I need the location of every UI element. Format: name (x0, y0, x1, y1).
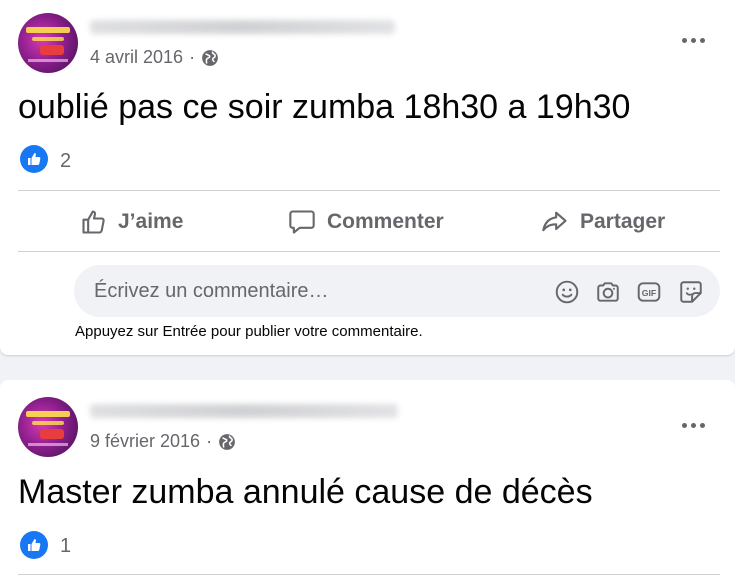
comment-bubble-icon (289, 210, 315, 234)
like-count[interactable]: 2 (60, 150, 71, 173)
post-text: oublié pas ce soir zumba 18h30 a 19h30 (18, 88, 631, 126)
more-options-icon[interactable] (678, 415, 708, 435)
meta-separator: · (189, 47, 196, 67)
divider (18, 190, 720, 191)
globe-icon[interactable] (218, 433, 236, 451)
like-button[interactable]: J’aime (80, 200, 183, 244)
post-text: Master zumba annulé cause de décès (18, 473, 593, 511)
comment-hint: Appuyez sur Entrée pour publier votre co… (75, 323, 423, 340)
post-card: 9 février 2016 · Master zumba annulé cau… (0, 380, 735, 577)
camera-icon[interactable] (595, 279, 621, 305)
page-name-blurred[interactable] (90, 404, 398, 418)
page-avatar[interactable] (18, 13, 78, 73)
thumbs-up-outline-icon (82, 210, 105, 234)
post-meta: 4 avril 2016 · (90, 47, 219, 68)
like-count[interactable]: 1 (60, 535, 71, 558)
like-label: J’aime (118, 210, 184, 233)
comment-button[interactable]: Commenter (287, 200, 444, 244)
thumbs-up-icon[interactable] (20, 531, 48, 559)
svg-text:GIF: GIF (642, 288, 656, 298)
divider (18, 574, 720, 575)
post-meta: 9 février 2016 · (90, 431, 236, 452)
post-card: 4 avril 2016 · oublié pas ce soir zumba … (0, 0, 735, 355)
share-label: Partager (580, 210, 666, 233)
comment-label: Commenter (327, 210, 444, 233)
comment-placeholder: Écrivez un commentaire… (94, 280, 329, 302)
comment-input[interactable]: Écrivez un commentaire… GIF (74, 265, 720, 317)
post-date[interactable]: 4 avril 2016 (90, 47, 183, 68)
divider (18, 251, 720, 252)
meta-separator: · (206, 431, 213, 451)
globe-icon[interactable] (201, 49, 219, 67)
thumbs-up-icon[interactable] (20, 145, 48, 173)
share-arrow-icon (542, 211, 567, 232)
emoji-icon[interactable] (554, 279, 580, 305)
more-options-icon[interactable] (678, 30, 708, 50)
page-name-blurred[interactable] (90, 20, 395, 34)
gif-icon[interactable]: GIF (636, 279, 662, 305)
share-button[interactable]: Partager (540, 200, 665, 244)
post-date[interactable]: 9 février 2016 (90, 431, 200, 452)
sticker-icon[interactable] (678, 279, 704, 305)
page-avatar[interactable] (18, 397, 78, 457)
